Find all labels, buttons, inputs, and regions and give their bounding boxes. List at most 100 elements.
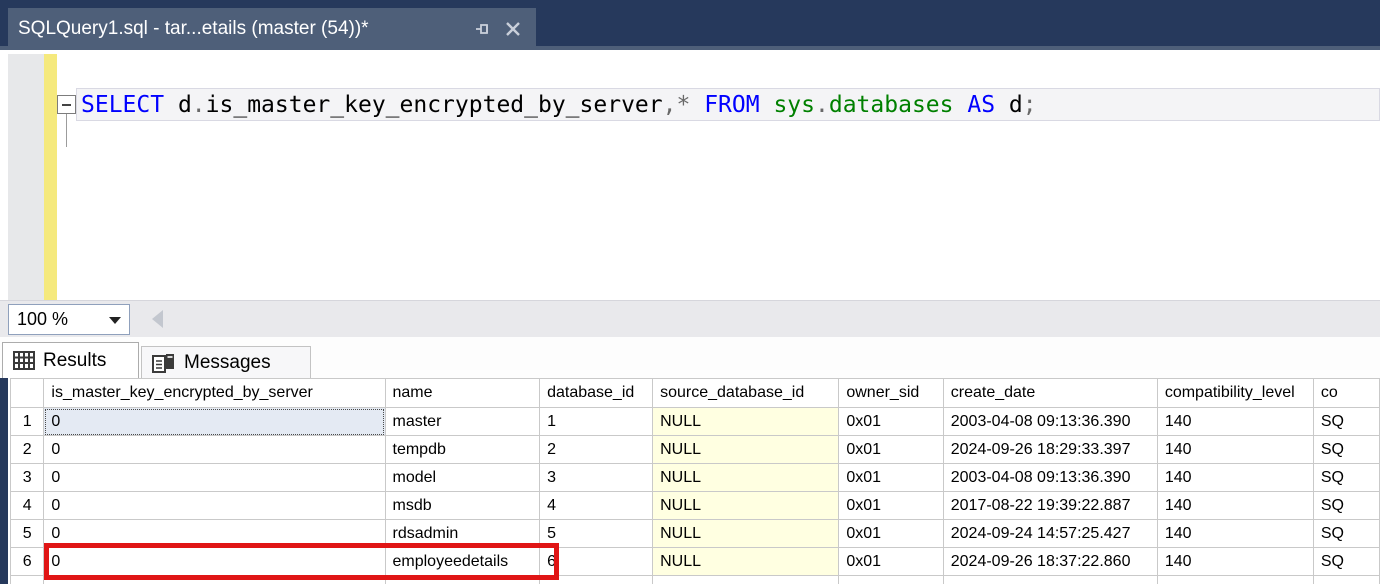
- grid-cell[interactable]: 0: [43, 407, 386, 436]
- grid-row-header[interactable]: 6: [10, 547, 45, 576]
- grid-cell[interactable]: 6: [539, 547, 654, 576]
- grid-cell[interactable]: NULL: [652, 463, 840, 492]
- code-token: .: [815, 92, 829, 118]
- zoom-dropdown[interactable]: 100 %: [8, 304, 130, 335]
- grid-cell[interactable]: SQ: [1312, 491, 1380, 520]
- grid-cell[interactable]: model: [384, 463, 541, 492]
- table-row: 1 0 master 1 NULL 0x01 2003-04-08 09:13:36.390…: [10, 407, 1380, 436]
- grid-cell[interactable]: master: [384, 407, 541, 436]
- grid-cell[interactable]: 0x01: [838, 491, 944, 520]
- grid-cell[interactable]: 0: [43, 519, 386, 548]
- grid-cell[interactable]: 2024-09-26 18:29:33.397: [942, 435, 1158, 464]
- grid-cell[interactable]: employeedetails: [384, 547, 541, 576]
- code-token: d: [164, 92, 192, 118]
- grid-row-header[interactable]: 4: [10, 491, 45, 520]
- table-row: 5 0 rdsadmin 5 NULL 0x01 2024-09-24 14:57:25.4…: [10, 519, 1380, 548]
- document-tab[interactable]: SQLQuery1.sql - tar...etails (master (54…: [8, 8, 536, 50]
- grid-cell[interactable]: 0x01: [838, 463, 944, 492]
- grid-cell[interactable]: SQ: [1312, 407, 1380, 436]
- grid-row-header[interactable]: 1: [10, 407, 45, 436]
- grid-column-header[interactable]: co: [1312, 378, 1380, 408]
- sql-editor[interactable]: SELECT d.is_master_key_encrypted_by_serv…: [0, 54, 1380, 300]
- outline-guide-line: [66, 114, 67, 147]
- code-line: SELECT d.is_master_key_encrypted_by_serv…: [81, 91, 1037, 121]
- grid-cell[interactable]: 0: [43, 491, 386, 520]
- track-changes-bar: [44, 54, 57, 300]
- grid-column-header[interactable]: is_master_key_encrypted_by_server: [43, 378, 386, 408]
- grid-column-header[interactable]: database_id: [539, 378, 654, 408]
- grid-cell: [384, 575, 541, 584]
- grid-cell[interactable]: 4: [539, 491, 654, 520]
- grid-cell[interactable]: 5: [539, 519, 654, 548]
- grid-cell[interactable]: NULL: [652, 407, 840, 436]
- grid-cell[interactable]: 1: [539, 407, 654, 436]
- grid-cell[interactable]: 140: [1156, 547, 1314, 576]
- grid-cell[interactable]: NULL: [652, 435, 840, 464]
- code-token: d: [995, 92, 1023, 118]
- grid-cell[interactable]: rdsadmin: [384, 519, 541, 548]
- grid-cell[interactable]: SQ: [1312, 435, 1380, 464]
- grid-cell[interactable]: SQ: [1312, 519, 1380, 548]
- grid-column-header[interactable]: create_date: [942, 378, 1158, 408]
- grid-row-header[interactable]: 2: [10, 435, 45, 464]
- grid-cell[interactable]: 140: [1156, 491, 1314, 520]
- tab-results[interactable]: Results: [2, 342, 139, 378]
- grid-cell[interactable]: 0x01: [838, 435, 944, 464]
- grid-cell[interactable]: 0x01: [838, 407, 944, 436]
- table-row: 6 0 employeedetails 6 NULL 0x01 2024-09-26 18:…: [10, 547, 1380, 576]
- results-table: is_master_key_encrypted_by_server name dat…: [10, 378, 1380, 584]
- grid-cell[interactable]: 3: [539, 463, 654, 492]
- grid-cell[interactable]: NULL: [652, 519, 840, 548]
- grid-row-header[interactable]: 5: [10, 519, 45, 548]
- grid-cell[interactable]: NULL: [652, 547, 840, 576]
- results-grid[interactable]: is_master_key_encrypted_by_server name dat…: [10, 378, 1380, 584]
- grid-cell[interactable]: 0x01: [838, 519, 944, 548]
- grid-cell[interactable]: 140: [1156, 435, 1314, 464]
- grid-cell[interactable]: msdb: [384, 491, 541, 520]
- code-token: .: [191, 92, 206, 118]
- grid-column-header[interactable]: name: [384, 378, 541, 408]
- pin-icon[interactable]: [470, 16, 496, 42]
- grid-corner-cell[interactable]: [10, 378, 45, 408]
- grid-cell[interactable]: 140: [1156, 519, 1314, 548]
- grid-cell: [942, 575, 1158, 584]
- grid-column-header[interactable]: owner_sid: [838, 378, 944, 408]
- grid-cell[interactable]: 2024-09-26 18:37:22.860: [942, 547, 1158, 576]
- editor-hscroll-strip: 100 %: [0, 300, 1380, 337]
- code-token: FROM: [704, 92, 760, 118]
- grid-cell[interactable]: 2024-09-24 14:57:25.427: [942, 519, 1158, 548]
- grid-row-header: [10, 575, 45, 584]
- grid-cell[interactable]: SQ: [1312, 547, 1380, 576]
- grid-cell[interactable]: NULL: [652, 491, 840, 520]
- grid-cell[interactable]: 140: [1156, 463, 1314, 492]
- code-token: AS: [967, 92, 996, 118]
- grid-cell[interactable]: 2017-08-22 19:39:22.887: [942, 491, 1158, 520]
- close-icon[interactable]: [500, 16, 526, 42]
- grid-cell[interactable]: 0: [43, 463, 386, 492]
- grid-cell[interactable]: 2003-04-08 09:13:36.390: [942, 407, 1158, 436]
- grid-cell[interactable]: 0: [43, 435, 386, 464]
- grid-cell[interactable]: 2: [539, 435, 654, 464]
- code-token: *: [676, 92, 691, 118]
- grid-cell: [1312, 575, 1380, 584]
- grid-column-header[interactable]: source_database_id: [652, 378, 840, 408]
- tab-results-label: Results: [43, 349, 107, 371]
- grid-cell[interactable]: 140: [1156, 407, 1314, 436]
- grid-cell: [43, 575, 386, 584]
- grid-row-header[interactable]: 3: [10, 463, 45, 492]
- grid-cell[interactable]: 0: [43, 547, 386, 576]
- code-token: sys: [773, 92, 815, 118]
- grid-cell[interactable]: SQ: [1312, 463, 1380, 492]
- tab-messages[interactable]: Messages: [141, 346, 311, 378]
- grid-cell[interactable]: 0x01: [838, 547, 944, 576]
- grid-icon: [13, 351, 35, 370]
- grid-column-header[interactable]: compatibility_level: [1156, 378, 1314, 408]
- hscroll-left-arrow-icon[interactable]: [152, 310, 163, 328]
- table-row: 3 0 model 3 NULL 0x01 2003-04-08 09:13:36.390 1…: [10, 463, 1380, 492]
- grid-cell[interactable]: 2003-04-08 09:13:36.390: [942, 463, 1158, 492]
- grid-cell: [838, 575, 944, 584]
- grid-cell[interactable]: tempdb: [384, 435, 541, 464]
- outline-collapse-icon[interactable]: [57, 95, 76, 114]
